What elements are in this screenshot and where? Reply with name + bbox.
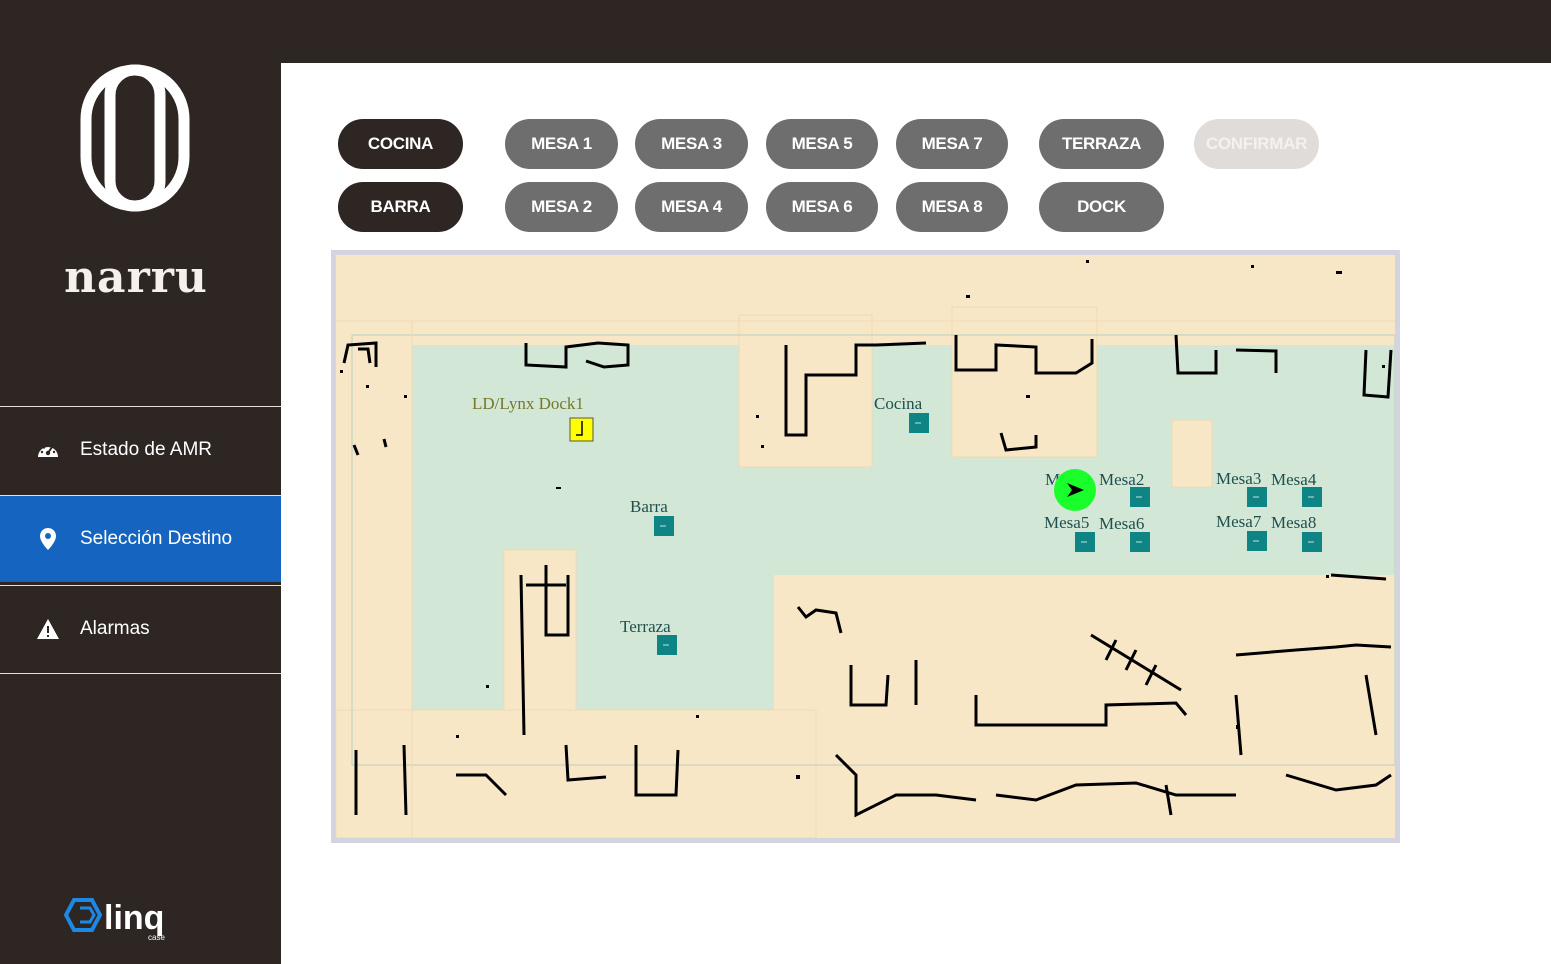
dest-button-mesa-2[interactable]: MESA 2 <box>505 182 618 232</box>
map-zone-lower-left <box>336 709 817 838</box>
nav-item-seleccion-destino[interactable]: Selección Destino <box>0 495 281 582</box>
dest-button-mesa-3[interactable]: MESA 3 <box>635 119 748 169</box>
map-label-mesa7: Mesa7 <box>1216 512 1262 531</box>
map-label-terraza: Terraza <box>620 617 671 636</box>
map-label-mesa2: Mesa2 <box>1099 470 1144 489</box>
map-label-mesa8: Mesa8 <box>1271 513 1316 532</box>
dest-button-mesa-5[interactable]: MESA 5 <box>766 119 878 169</box>
nav-item-alarmas[interactable]: Alarmas <box>0 585 281 672</box>
map-floor-lower <box>412 575 774 710</box>
nav-item-estado-amr[interactable]: Estado de AMR <box>0 406 281 493</box>
dest-button-terraza[interactable]: TERRAZA <box>1039 119 1164 169</box>
dest-button-mesa-8[interactable]: MESA 8 <box>896 182 1008 232</box>
floor-map[interactable]: LD/Lynx Dock1 Cocina Barra Terraza Mesa1… <box>331 250 1400 843</box>
sidebar: narru Estado de AMR Selección Destino Al… <box>0 0 281 964</box>
location-pin-icon <box>36 527 60 551</box>
map-zone-lower-right <box>774 590 1395 838</box>
nav-divider <box>0 673 281 674</box>
floor-map-canvas[interactable]: LD/Lynx Dock1 Cocina Barra Terraza Mesa1… <box>336 255 1395 838</box>
speedometer-icon <box>36 438 60 462</box>
map-label-mesa4: Mesa4 <box>1271 470 1317 489</box>
map-zone-storage <box>951 306 1098 458</box>
warning-icon <box>36 617 60 641</box>
narru-logo-icon <box>80 64 190 212</box>
map-label-mesa5: Mesa5 <box>1044 513 1089 532</box>
dest-button-mesa-7[interactable]: MESA 7 <box>896 119 1008 169</box>
dest-button-barra[interactable]: BARRA <box>338 182 463 232</box>
dest-button-mesa-1[interactable]: MESA 1 <box>505 119 618 169</box>
map-label-mesa6: Mesa6 <box>1099 514 1144 533</box>
dest-button-cocina[interactable]: COCINA <box>338 119 463 169</box>
linq-logo-subtext: case <box>148 933 165 942</box>
map-label-barra: Barra <box>630 497 668 516</box>
nav-label-alarmas: Alarmas <box>80 618 150 639</box>
map-label-cocina: Cocina <box>874 394 923 413</box>
linq-logo-icon: linq case <box>63 898 165 942</box>
dest-button-mesa-6[interactable]: MESA 6 <box>766 182 878 232</box>
map-label-mesa3: Mesa3 <box>1216 469 1261 488</box>
linq-logo-text: linq <box>104 899 164 937</box>
dest-button-dock[interactable]: DOCK <box>1039 182 1164 232</box>
dest-button-mesa-4[interactable]: MESA 4 <box>635 182 748 232</box>
nav-label-seleccion-destino: Selección Destino <box>80 528 233 549</box>
map-label-dock: LD/Lynx Dock1 <box>472 394 584 413</box>
confirm-button[interactable]: CONFIRMAR <box>1194 119 1319 169</box>
map-zone-column <box>503 549 577 736</box>
brand-name: narru <box>64 252 208 303</box>
map-zone-pillar <box>1171 419 1213 488</box>
nav-label-estado-amr: Estado de AMR <box>80 439 213 460</box>
